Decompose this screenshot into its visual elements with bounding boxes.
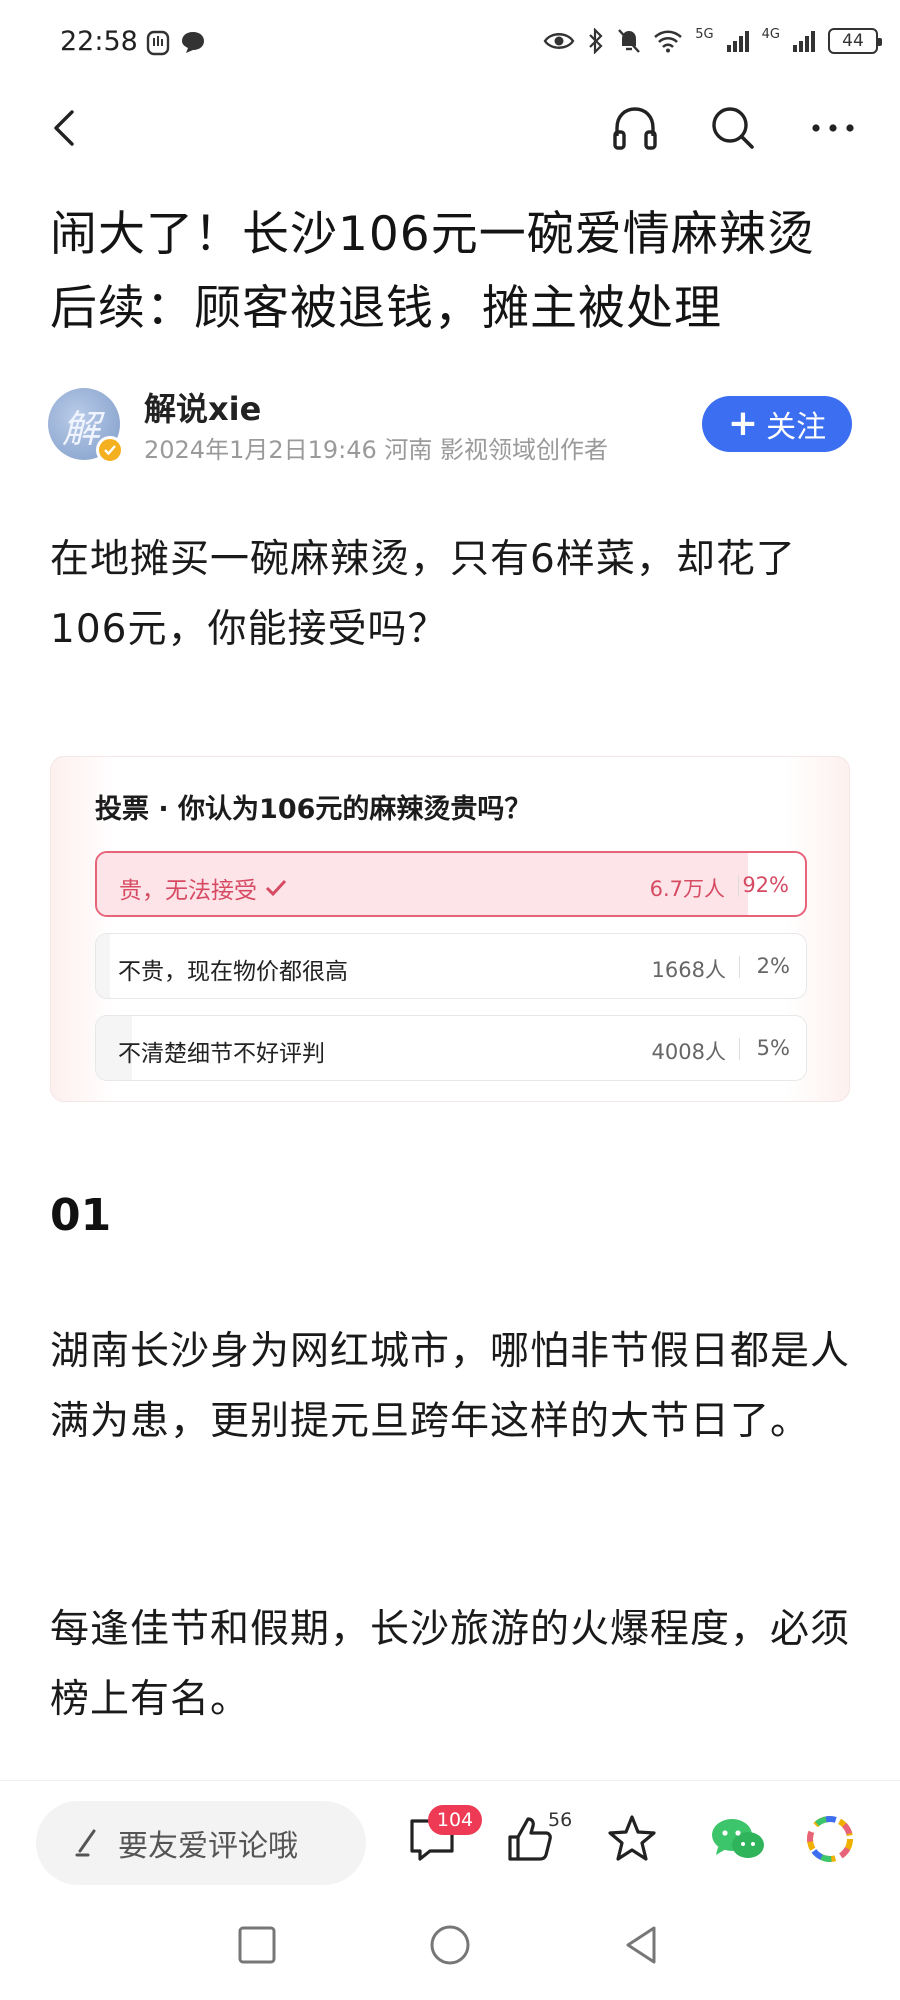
network-label-4g: 4G (761, 27, 780, 42)
bottom-toolbar: 要友爱评论哦 104 56 (0, 1780, 900, 1890)
plus-icon: + (727, 403, 759, 444)
poll-divider (738, 875, 739, 897)
follow-button[interactable]: + 关注 (702, 396, 852, 452)
poll-option-label: 不清楚细节不好评判 (118, 1041, 325, 1067)
bluetooth-icon (589, 28, 603, 54)
comment-input[interactable]: 要友爱评论哦 (36, 1801, 366, 1885)
author-name[interactable]: 解说xie (144, 384, 261, 430)
home-square-icon[interactable] (232, 1920, 282, 1970)
wechat-icon[interactable] (708, 1811, 768, 1867)
home-circle-icon[interactable] (425, 1920, 475, 1970)
message-icon (182, 32, 204, 53)
follow-label: 关注 (766, 410, 827, 445)
comment-count-badge: 104 (428, 1805, 482, 1835)
check-icon (104, 445, 116, 456)
poll-divider (739, 1038, 740, 1060)
mute-bell-icon (618, 29, 641, 53)
poll-option-count: 4008人 (651, 1040, 726, 1064)
article-title: 闹大了！长沙106元一碗爱情麻辣烫后续：顾客被退钱，摊主被处理 (50, 207, 815, 336)
poll-divider (739, 956, 740, 978)
search-icon[interactable] (708, 104, 758, 152)
verified-badge (96, 436, 124, 464)
poll-option-label: 不贵，现在物价都很高 (118, 959, 348, 985)
status-right-icons: 5G 4G 44 (543, 27, 882, 54)
battery-indicator: 44 (828, 28, 882, 54)
poll-option-3[interactable]: 不清楚细节不好评判 4008人 5% (95, 1015, 807, 1081)
headphones-icon[interactable] (610, 104, 660, 152)
poll-option-count: 1668人 (651, 958, 726, 982)
wifi-icon (654, 30, 683, 53)
pen-icon (75, 1829, 96, 1857)
back-triangle-icon[interactable] (616, 1920, 666, 1970)
poll-option-percent: 5% (756, 1036, 790, 1060)
poll-card: 投票 · 你认为106元的麻辣烫贵吗？ 贵，无法接受 6.7万人 92% 不贵，… (50, 756, 850, 1102)
intro-paragraph: 在地摊买一碗麻辣烫，只有6样菜，却花了106元，你能接受吗？ (50, 537, 796, 652)
back-icon[interactable] (46, 106, 86, 150)
star-icon[interactable] (604, 1811, 660, 1867)
avatar[interactable]: 解 (48, 388, 124, 464)
author-meta: 2024年1月2日19:46 河南 影视领域创作者 (144, 436, 609, 464)
network-label-5g: 5G (695, 27, 714, 42)
poll-fill (96, 934, 111, 998)
signal-icon-2 (793, 31, 815, 52)
status-time: 22:58 (60, 26, 138, 57)
like-count: 56 (548, 1809, 573, 1831)
avatar-char: 解 (62, 407, 101, 451)
status-bar: 22:58 5G 4G 44 (0, 0, 900, 88)
status-left-icons (146, 30, 206, 56)
poll-option-label: 贵，无法接受 (119, 878, 257, 904)
eye-icon (543, 33, 575, 49)
section-heading: 01 (50, 1190, 112, 1241)
comment-placeholder: 要友爱评论哦 (118, 1829, 298, 1864)
poll-option-count: 6.7万人 (649, 877, 725, 901)
body-paragraph-1: 湖南长沙身为网红城市，哪怕非节假日都是人满为患，更别提元旦跨年这样的大节日了。 (50, 1329, 851, 1444)
more-icon[interactable] (808, 108, 858, 148)
poll-option-1[interactable]: 贵，无法接受 6.7万人 92% (95, 851, 807, 917)
hand-icon (146, 30, 170, 56)
system-navigation-bar (0, 1890, 900, 2000)
signal-icon (726, 31, 749, 52)
poll-option-percent: 92% (742, 873, 789, 897)
checkmark-icon (265, 879, 287, 897)
body-paragraph-2: 每逢佳节和假期，长沙旅游的火爆程度，必须榜上有名。 (50, 1607, 851, 1722)
poll-option-2[interactable]: 不贵，现在物价都很高 1668人 2% (95, 933, 807, 999)
poll-option-percent: 2% (756, 954, 790, 978)
poll-question: 投票 · 你认为106元的麻辣烫贵吗？ (95, 794, 532, 825)
moments-icon[interactable] (800, 1811, 860, 1867)
top-nav-bar (0, 88, 900, 168)
